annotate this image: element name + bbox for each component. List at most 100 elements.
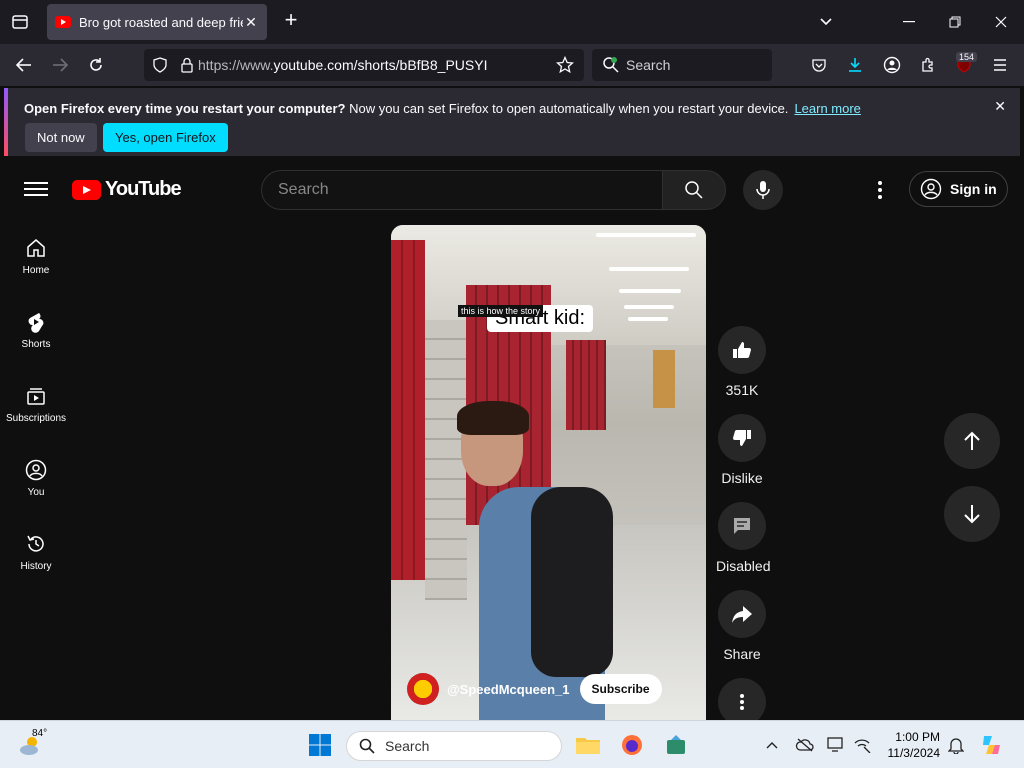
yes-open-firefox-button[interactable]: Yes, open Firefox — [103, 123, 228, 152]
sign-in-button[interactable]: Sign in — [909, 171, 1008, 207]
hallway-door — [653, 350, 675, 408]
notification-bell-icon[interactable] — [940, 729, 972, 761]
start-button[interactable] — [304, 729, 336, 761]
navigation-toolbar: https://www.youtube.com/shorts/bBfB8_PUS… — [0, 44, 1024, 86]
firefox-notification-bar: Open Firefox every time you restart your… — [4, 88, 1020, 156]
restore-button[interactable] — [940, 8, 970, 36]
share-label: Share — [723, 646, 761, 662]
sidebar-item-shorts[interactable]: Shorts — [0, 311, 72, 350]
lockers-left — [391, 240, 425, 580]
tab-bar: Bro got roasted and deep fried ✕ + — [0, 0, 1024, 44]
history-icon — [27, 535, 44, 552]
windows-logo-icon — [309, 734, 331, 756]
tab-list-icon — [12, 15, 28, 29]
channel-avatar[interactable] — [407, 673, 439, 705]
forward-arrow-icon — [53, 58, 68, 72]
network-icon[interactable] — [846, 729, 878, 761]
web-search-box[interactable]: Search — [592, 49, 772, 81]
next-short-button[interactable] — [944, 486, 1000, 542]
youtube-logo[interactable]: YouTube — [72, 178, 182, 201]
list-all-tabs-chevron-icon[interactable] — [811, 8, 841, 36]
like-action[interactable]: 351K — [716, 326, 768, 398]
back-button[interactable] — [11, 53, 37, 77]
tab-list-button[interactable] — [8, 10, 32, 34]
settings-more-icon[interactable] — [868, 178, 892, 202]
new-tab-button[interactable]: + — [280, 9, 302, 32]
url-text: https://www.youtube.com/shorts/bBfB8_PUS… — [198, 57, 488, 73]
taskbar-search[interactable]: Search — [346, 731, 562, 761]
youtube-search-input[interactable]: Search — [261, 170, 663, 210]
pocket-button[interactable] — [806, 53, 832, 77]
shorts-video-player[interactable]: Smart kid: this is how the story @SpeedM… — [391, 225, 706, 720]
app-menu-button[interactable] — [987, 53, 1013, 77]
close-window-button[interactable] — [986, 8, 1016, 36]
more-vertical-icon — [740, 694, 744, 710]
youtube-favicon-icon — [55, 16, 71, 28]
search-icon — [685, 181, 703, 199]
bookmark-star-icon — [556, 56, 574, 74]
previous-short-button[interactable] — [944, 413, 1000, 469]
copilot-icon[interactable] — [976, 729, 1008, 761]
comment-icon — [734, 518, 750, 534]
downloads-button[interactable] — [842, 53, 868, 77]
tracking-protection-shield-icon — [153, 57, 167, 73]
channel-info: @SpeedMcqueen_1 Subscribe — [407, 673, 662, 705]
app-taskbar-icon[interactable] — [660, 729, 692, 761]
puzzle-icon — [922, 57, 933, 72]
subscriptions-icon — [27, 388, 45, 405]
arrow-up-icon — [964, 431, 980, 450]
show-hidden-icons-chevron-icon[interactable] — [756, 729, 788, 761]
hamburger-menu-icon — [994, 59, 1006, 71]
sidebar-item-you[interactable]: You — [0, 459, 72, 498]
search-engine-icon — [603, 57, 619, 73]
reload-button[interactable] — [83, 53, 109, 77]
sidebar-item-home[interactable]: Home — [0, 237, 72, 276]
notification-message: Open Firefox every time you restart your… — [24, 101, 861, 116]
dislike-action[interactable]: Dislike — [716, 414, 768, 486]
comments-action[interactable]: Disabled — [716, 502, 771, 574]
subscribe-button[interactable]: Subscribe — [579, 674, 662, 704]
comments-label: Disabled — [716, 558, 771, 574]
account-icon — [883, 56, 901, 74]
extensions-button[interactable] — [915, 53, 941, 77]
cloud-offline-icon[interactable] — [789, 729, 821, 761]
address-bar[interactable]: https://www.youtube.com/shorts/bBfB8_PUS… — [144, 49, 584, 81]
dislike-label: Dislike — [721, 470, 763, 486]
tab-close-icon[interactable]: ✕ — [243, 14, 259, 31]
lock-icon — [181, 57, 193, 73]
youtube-play-logo-icon — [72, 179, 101, 200]
channel-name[interactable]: @SpeedMcqueen_1 — [447, 682, 570, 697]
firefox-taskbar-icon[interactable] — [616, 729, 648, 761]
clock-date: 11/3/2024 — [887, 746, 941, 760]
caption-small: this is how the story — [458, 305, 544, 317]
share-action[interactable]: Share — [716, 590, 768, 662]
reload-icon — [90, 58, 102, 71]
minimize-button[interactable] — [894, 8, 924, 36]
like-count: 351K — [725, 382, 759, 398]
shorts-icon — [28, 313, 44, 333]
temperature: 84° — [32, 728, 48, 739]
system-clock[interactable]: 1:00 PM 11/3/2024 — [880, 729, 941, 761]
not-now-button[interactable]: Not now — [25, 123, 97, 152]
windows-taskbar: 84° Search 1:00 PM 11/3/2024 — [0, 720, 1024, 768]
thumbs-up-icon — [733, 342, 751, 359]
search-placeholder: Search — [626, 57, 671, 73]
sidebar-item-subscriptions[interactable]: Subscriptions — [0, 385, 72, 424]
browser-tab-active[interactable]: Bro got roasted and deep fried ✕ — [47, 4, 267, 40]
microphone-icon — [756, 181, 770, 199]
back-arrow-icon — [16, 58, 31, 72]
share-arrow-icon — [732, 606, 752, 623]
tab-title: Bro got roasted and deep fried — [79, 14, 243, 30]
learn-more-link[interactable]: Learn more — [794, 101, 860, 116]
user-circle-icon — [920, 178, 942, 200]
you-profile-icon — [25, 459, 47, 481]
youtube-search-button[interactable] — [662, 170, 726, 210]
sidebar-item-history[interactable]: History — [0, 533, 72, 572]
voice-search-button[interactable] — [743, 170, 783, 210]
account-button[interactable] — [879, 53, 905, 77]
forward-button[interactable] — [47, 53, 73, 77]
clock-time: 1:00 PM — [895, 730, 940, 744]
notification-close-icon[interactable]: ✕ — [994, 98, 1006, 115]
guide-menu-icon[interactable] — [24, 178, 48, 198]
file-explorer-icon[interactable] — [572, 729, 604, 761]
